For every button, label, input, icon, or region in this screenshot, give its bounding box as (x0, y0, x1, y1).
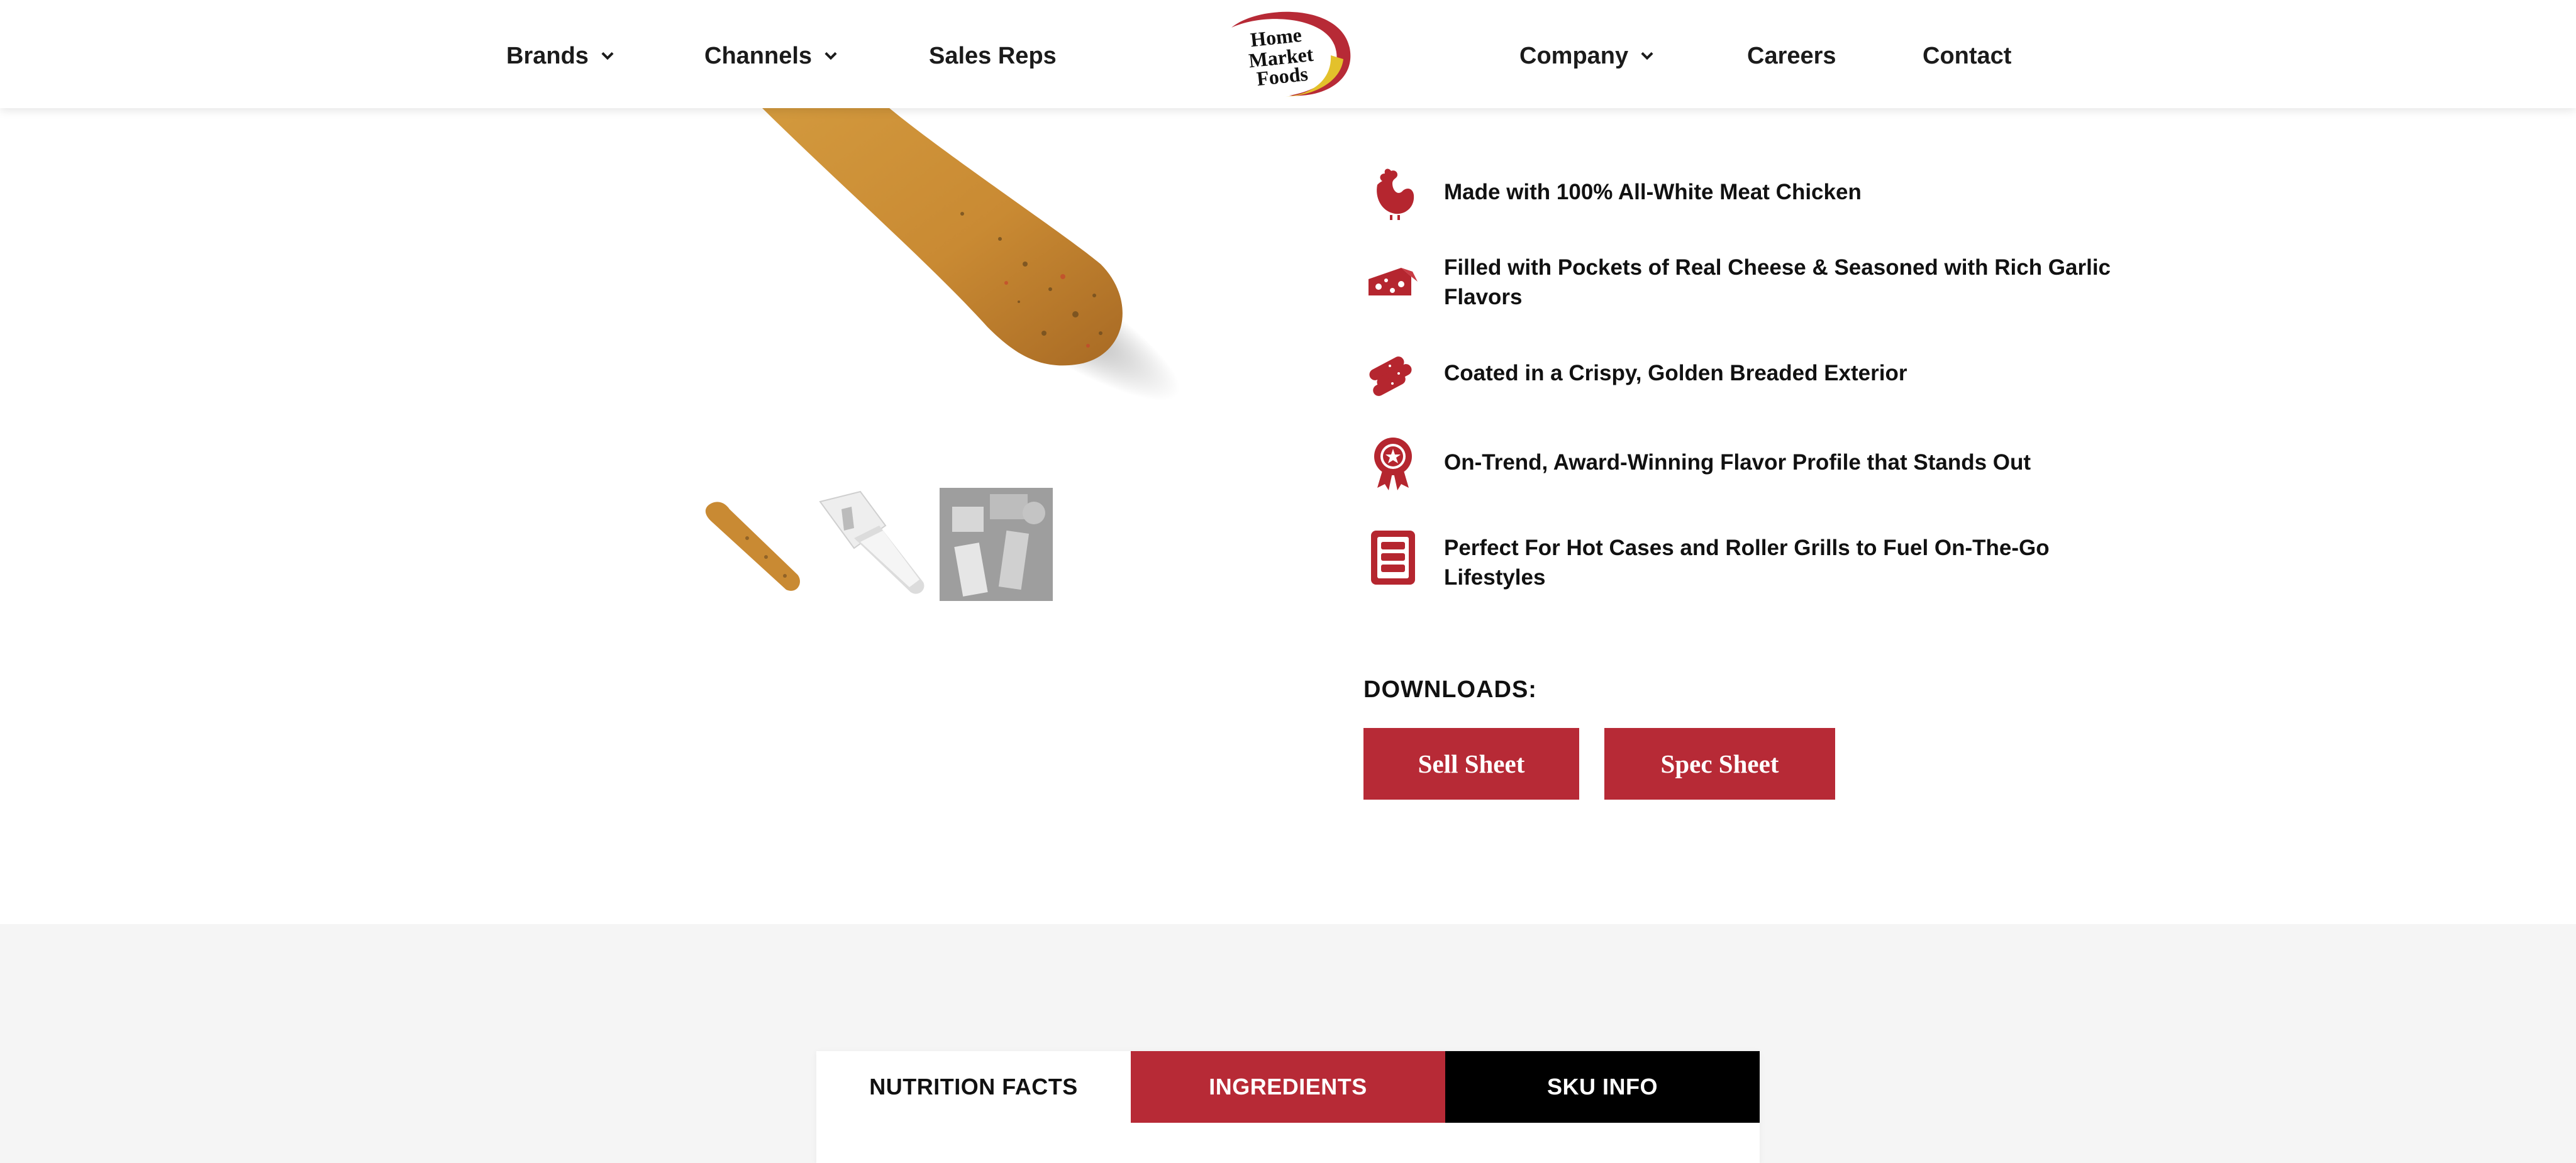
thumbnail-serving[interactable] (940, 488, 1053, 601)
chevron-down-icon (824, 52, 837, 60)
nav-brands[interactable]: Brands (506, 39, 616, 73)
nav-careers-label: Careers (1747, 42, 1836, 69)
thumbnail-breaded-stick[interactable] (697, 488, 810, 601)
nav-sales-reps-label: Sales Reps (929, 42, 1057, 69)
nav-contact[interactable]: Contact (1923, 39, 2011, 73)
feature-text: Filled with Pockets of Real Cheese & Sea… (1444, 255, 2111, 309)
breaded-stick-image (705, 502, 800, 591)
home-market-foods-logo[interactable]: Home Market Foods (1220, 9, 1356, 101)
serving-image (940, 488, 1053, 601)
chevron-down-icon (1641, 52, 1653, 60)
chevron-down-icon (601, 52, 614, 60)
product-tabs: NUTRITION FACTS INGREDIENTS SKU INFO (816, 1051, 1760, 1163)
tab-ingredients[interactable]: INGREDIENTS (1131, 1051, 1445, 1123)
nav-sales-reps[interactable]: Sales Reps (929, 39, 1057, 73)
site-header: Brands Channels Sales Reps Home Market F… (0, 0, 2576, 108)
thumbnail-packaged-stick[interactable] (816, 488, 930, 601)
feature-text: Perfect For Hot Cases and Roller Grills … (1444, 536, 2050, 590)
nav-channels[interactable]: Channels (704, 39, 840, 73)
downloads-label: DOWNLOADS: (1363, 676, 1537, 703)
feature-text: Made with 100% All-White Meat Chicken (1444, 180, 1862, 204)
product-main-image (755, 101, 1180, 400)
nav-company-label: Company (1519, 42, 1629, 69)
spec-sheet-button[interactable]: Spec Sheet (1604, 728, 1835, 800)
nav-channels-label: Channels (704, 42, 813, 69)
tab-nutrition-facts[interactable]: NUTRITION FACTS (816, 1051, 1131, 1123)
breaded-sticks-icon (1369, 356, 1412, 396)
hot-case-icon (1371, 531, 1415, 585)
cheese-icon (1368, 268, 1418, 295)
feature-text: On-Trend, Award-Winning Flavor Profile t… (1444, 450, 2031, 475)
nav-careers[interactable]: Careers (1747, 39, 1836, 73)
chicken-icon (1377, 168, 1414, 220)
tab-sku-info[interactable]: SKU INFO (1445, 1051, 1760, 1123)
packaged-stick-image (819, 490, 924, 594)
nav-brands-label: Brands (506, 42, 589, 69)
feature-text: Coated in a Crispy, Golden Breaded Exter… (1444, 361, 1907, 385)
award-ribbon-icon (1374, 438, 1412, 490)
logo-line-3: Foods (1255, 62, 1309, 90)
nav-contact-label: Contact (1923, 42, 2012, 69)
sell-sheet-button[interactable]: Sell Sheet (1363, 728, 1579, 800)
nav-company[interactable]: Company (1519, 39, 1656, 73)
